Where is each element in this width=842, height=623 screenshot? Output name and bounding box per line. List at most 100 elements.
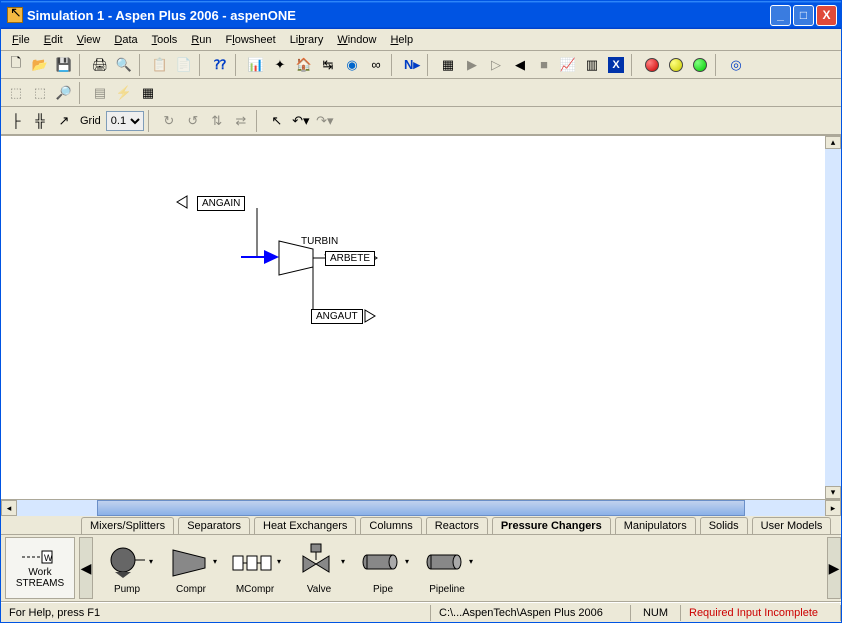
palette-mcompr[interactable]: ▾ MCompr [229,542,281,595]
palette-nav-left[interactable]: ◀ [79,537,93,599]
tab-columns[interactable]: Columns [360,517,421,534]
tool-2[interactable]: ✦ [269,54,291,76]
redo-button[interactable]: ↷▾ [314,110,336,132]
sec-4[interactable]: ▤ [89,82,111,104]
rot-2[interactable]: ↺ [182,110,204,132]
grid-label: Grid [77,115,104,127]
palette-pipeline[interactable]: ▾ Pipeline [421,542,473,595]
palette-pipe[interactable]: ▾ Pipe [357,542,409,595]
model-library-tabs: ↖ Mixers/Splitters Separators Heat Excha… [1,516,841,534]
scroll-left-button[interactable]: ◂ [1,500,17,516]
tab-heat-exchangers[interactable]: Heat Exchangers [254,517,356,534]
tab-solids[interactable]: Solids [700,517,748,534]
titlebar: Simulation 1 - Aspen Plus 2006 - aspenON… [1,1,841,29]
run-control-1[interactable]: ▦ [437,54,459,76]
print-button[interactable]: 🖨 [89,54,111,76]
pointer-icon[interactable]: ↖ [10,4,22,21]
copy-button[interactable]: 📋 [149,54,171,76]
status-green [689,54,711,76]
status-num: NUM [631,605,681,621]
sec-6[interactable]: ▦ [137,82,159,104]
status-path: C:\...AspenTech\Aspen Plus 2006 [431,605,631,621]
streams-selector[interactable]: W Work STREAMS [5,537,75,599]
sec-3[interactable]: 🔎 [53,82,75,104]
fs-tool-2[interactable]: ╬ [29,110,51,132]
tab-pressure-changers[interactable]: Pressure Changers [492,517,611,534]
stop-button[interactable]: ■ [533,54,555,76]
menu-tools[interactable]: Tools [145,32,185,48]
sec-2[interactable]: ⬚ [29,82,51,104]
tab-manipulators[interactable]: Manipulators [615,517,696,534]
menu-file[interactable]: File [5,32,37,48]
rewind-button[interactable]: ◀ [509,54,531,76]
next-button[interactable]: N▸ [401,54,423,76]
tab-separators[interactable]: Separators [178,517,250,534]
grid-select[interactable]: 0.1 [106,111,144,131]
scroll-down-button[interactable]: ▾ [825,486,841,499]
menu-run[interactable]: Run [184,32,218,48]
play-button[interactable]: ▶ [461,54,483,76]
status-help: For Help, press F1 [1,605,431,621]
help-button[interactable]: ⁇ [209,54,231,76]
new-button[interactable]: 🗋 [5,54,27,76]
rot-1[interactable]: ↻ [158,110,180,132]
scroll-thumb[interactable] [97,500,745,516]
palette-compr[interactable]: ▾ Compr [165,542,217,595]
flowsheet-canvas[interactable]: ▴ ▾ ANGAIN TURBIN ARBETE ANGAUT [1,135,841,500]
fs-tool-1[interactable]: ├ [5,110,27,132]
tool-6[interactable]: ∞ [365,54,387,76]
tool-3[interactable]: 🏠 [293,54,315,76]
run-tool-2[interactable]: ▥ [581,54,603,76]
streams-label-top: Work [28,567,51,578]
svg-text:W: W [44,553,53,563]
print-preview-button[interactable]: 🔍 [113,54,135,76]
menu-library[interactable]: Library [283,32,331,48]
palette-valve[interactable]: ▾ Valve [293,542,345,595]
tool-4[interactable]: ↹ [317,54,339,76]
palette-nav-right[interactable]: ▶ [827,537,841,599]
pointer-tool[interactable]: ↖ [266,110,288,132]
minimize-button[interactable]: _ [770,5,791,26]
menu-window[interactable]: Window [330,32,383,48]
undo-button[interactable]: ↶▾ [290,110,312,132]
toolbar-flowsheet: ├ ╬ ↗ Grid 0.1 ↻ ↺ ⇅ ⇄ ↖ ↶▾ ↷▾ [1,107,841,135]
menu-data[interactable]: Data [107,32,144,48]
open-button[interactable]: 📂 [29,54,51,76]
maximize-button[interactable]: □ [793,5,814,26]
run-tool-1[interactable]: 📈 [557,54,579,76]
tab-user-models[interactable]: User Models [752,517,832,534]
menu-edit[interactable]: Edit [37,32,70,48]
tab-mixers-splitters[interactable]: Mixers/Splitters [81,517,174,534]
paste-button[interactable]: 📄 [173,54,195,76]
stream-angain[interactable]: ANGAIN [197,196,245,211]
rot-4[interactable]: ⇄ [230,110,252,132]
save-button[interactable]: 💾 [53,54,75,76]
tool-last[interactable]: ◎ [725,54,747,76]
tool-5[interactable]: ◉ [341,54,363,76]
sec-5[interactable]: ⚡ [113,82,135,104]
tab-reactors[interactable]: Reactors [426,517,488,534]
step-button[interactable]: ▷ [485,54,507,76]
fs-tool-3[interactable]: ↗ [53,110,75,132]
stream-arbete[interactable]: ARBETE [325,251,375,266]
close-button[interactable]: X [816,5,837,26]
scroll-up-button[interactable]: ▴ [825,136,841,149]
menu-flowsheet[interactable]: Flowsheet [219,32,283,48]
horizontal-scrollbar[interactable]: ◂ ▸ [1,500,841,516]
scroll-right-button[interactable]: ▸ [825,500,841,516]
toolbar-main: 🗋 📂 💾 🖨 🔍 📋 📄 ⁇ 📊 ✦ 🏠 ↹ ◉ ∞ N▸ ▦ ▶ ▷ ◀ ■… [1,51,841,79]
flowsheet-svg [1,136,821,496]
palette-pump[interactable]: ▾ Pump [101,542,153,595]
menu-view[interactable]: View [70,32,108,48]
sec-1[interactable]: ⬚ [5,82,27,104]
status-yellow [665,54,687,76]
stream-angaut[interactable]: ANGAUT [311,309,363,324]
rot-3[interactable]: ⇅ [206,110,228,132]
vertical-scrollbar[interactable]: ▴ ▾ [825,136,841,499]
block-turbin-label: TURBIN [301,236,338,247]
x-indicator[interactable]: X [605,54,627,76]
menubar: File Edit View Data Tools Run Flowsheet … [1,29,841,51]
menu-help[interactable]: Help [383,32,420,48]
window-title: Simulation 1 - Aspen Plus 2006 - aspenON… [27,8,770,23]
tool-1[interactable]: 📊 [245,54,267,76]
